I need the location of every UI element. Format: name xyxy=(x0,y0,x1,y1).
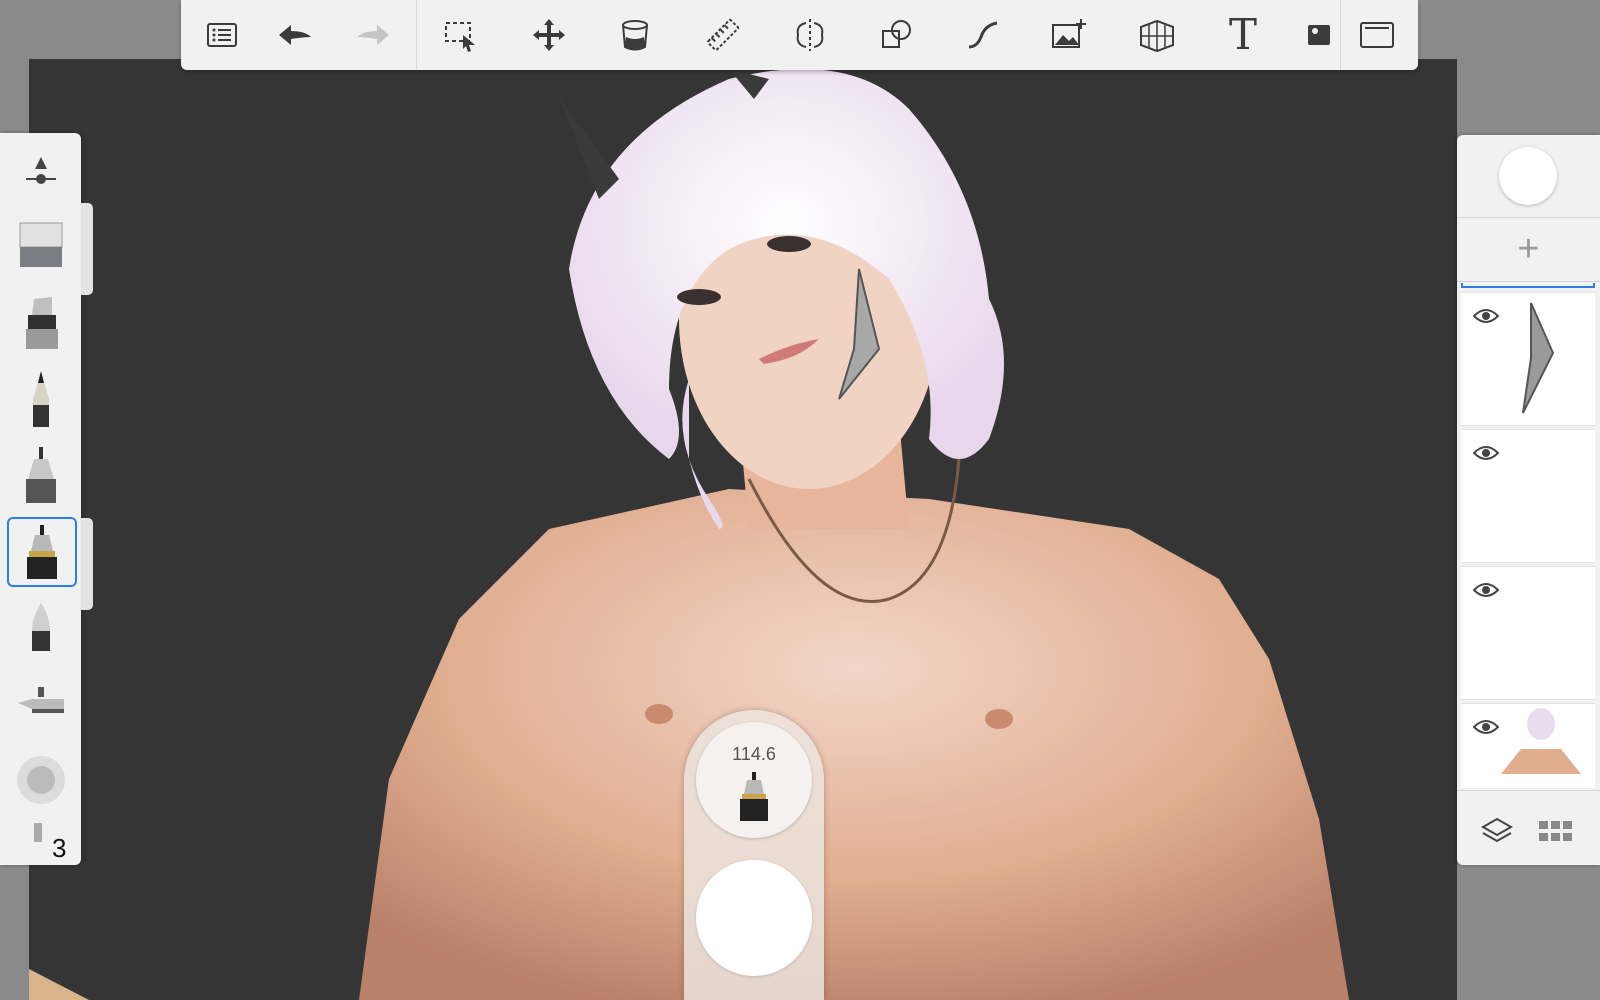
selection-icon[interactable] xyxy=(435,10,487,60)
layer-panel-footer xyxy=(1457,793,1600,865)
layer-thumbnail[interactable] xyxy=(1461,567,1595,699)
pencil-brush-icon[interactable] xyxy=(8,367,74,433)
brush-palette: 3 xyxy=(0,133,81,865)
text-icon[interactable]: T xyxy=(1217,10,1269,60)
brush-palette-scroll-tab[interactable] xyxy=(81,518,93,610)
brush-properties-icon[interactable] xyxy=(8,137,74,203)
soft-brush-icon[interactable] xyxy=(8,595,74,661)
grid-view-icon[interactable] xyxy=(1535,811,1575,851)
fill-bucket-icon[interactable] xyxy=(609,10,661,60)
perspective-icon[interactable] xyxy=(1131,10,1183,60)
layers-icon[interactable] xyxy=(1477,811,1517,851)
layer-list[interactable] xyxy=(1461,283,1595,788)
horn-earring-thumbnail xyxy=(1522,302,1555,414)
redo-icon[interactable] xyxy=(347,10,399,60)
brush-palette-scroll-tab[interactable] xyxy=(81,203,93,295)
inking-pen-brush-icon[interactable] xyxy=(8,443,74,509)
add-image-icon[interactable] xyxy=(1043,10,1095,60)
airbrush-icon[interactable] xyxy=(8,671,74,737)
selected-layer-edge xyxy=(1461,283,1595,288)
lagoon-menu-icon[interactable] xyxy=(196,10,248,60)
eraser-brush-icon[interactable] xyxy=(8,213,74,279)
stroke-icon[interactable] xyxy=(957,10,1009,60)
layer-thumbnail[interactable] xyxy=(1461,704,1595,788)
layer-thumbnail[interactable] xyxy=(1461,430,1595,562)
brush-set-count: 3 xyxy=(52,833,67,863)
fullscreen-icon[interactable] xyxy=(1351,10,1403,60)
transform-icon[interactable] xyxy=(523,10,575,60)
undo-icon[interactable] xyxy=(269,10,321,60)
marker-brush-icon[interactable] xyxy=(8,291,74,357)
texture-brush-icon[interactable] xyxy=(8,747,74,813)
symmetry-icon[interactable] xyxy=(784,10,836,60)
portrait-thumbnail xyxy=(1461,704,1595,788)
color-fill-toggle-icon[interactable] xyxy=(1293,10,1345,60)
eye-icon[interactable] xyxy=(1473,581,1499,599)
top-toolbar: T xyxy=(181,0,1418,70)
technical-pen-brush-icon[interactable] xyxy=(7,517,77,587)
brush-size-value: 114.6 xyxy=(732,744,776,764)
layer-panel: + xyxy=(1457,135,1600,865)
technical-pen-brush-icon xyxy=(740,772,768,821)
brush-puck[interactable]: 114.6 xyxy=(684,710,824,1000)
text-icon-glyph: T xyxy=(1228,10,1257,59)
add-layer-button[interactable]: + xyxy=(1457,219,1600,279)
eye-icon[interactable] xyxy=(1473,718,1499,736)
color-puck[interactable] xyxy=(1499,147,1557,205)
ruler-icon[interactable] xyxy=(697,10,749,60)
brush-opacity-puck[interactable] xyxy=(696,860,812,976)
shape-icon[interactable] xyxy=(871,10,923,60)
layer-thumbnail[interactable] xyxy=(1461,293,1595,425)
eye-icon[interactable] xyxy=(1473,444,1499,462)
brush-size-puck[interactable]: 114.6 xyxy=(696,722,812,838)
